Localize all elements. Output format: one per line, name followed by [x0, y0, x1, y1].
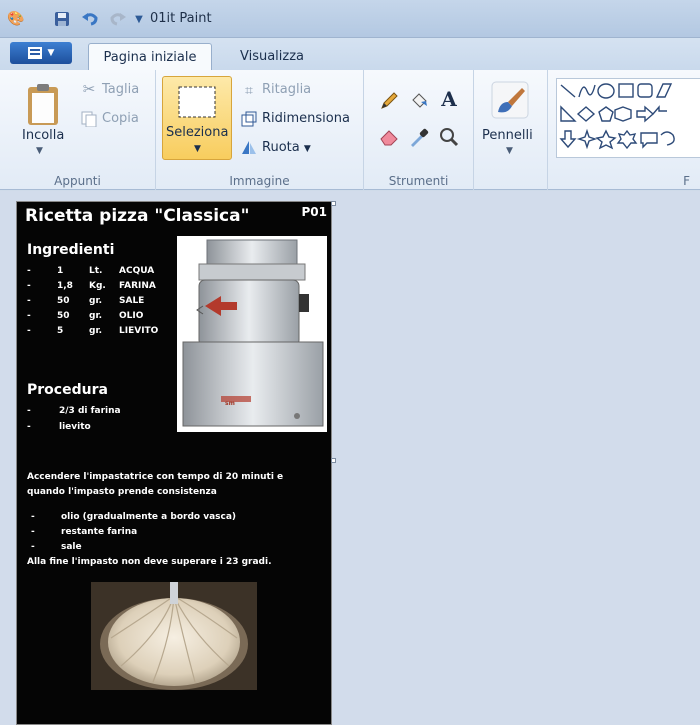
ingredients-heading: Ingredienti [27, 242, 115, 258]
dough-in-bowl-illustration [100, 582, 248, 690]
shapes-group-label: F [683, 174, 690, 188]
menu-arrow-icon: ▼ [47, 48, 55, 58]
paste-button[interactable] [22, 80, 66, 130]
save-icon[interactable] [52, 9, 72, 29]
rotate-button[interactable]: Ruota ▼ [262, 140, 311, 155]
ribbon: Incolla ▼ ✂ Taglia Copia Appunti Selezio… [0, 70, 700, 190]
redo-icon[interactable] [108, 9, 128, 29]
image-group: Seleziona ▼ ⌗ Ritaglia Ridimensiona Ruot… [156, 70, 364, 190]
scissors-icon: ✂ [82, 80, 96, 98]
crop-icon: ⌗ [245, 83, 253, 99]
canvas-area[interactable]: Ricetta pizza "Classica" P01 Ingredienti… [0, 191, 700, 725]
procedure-heading: Procedura [27, 382, 108, 398]
mixer-brand: sm [225, 400, 235, 407]
paint-app-icon[interactable]: 🎨 [6, 9, 26, 29]
clipboard-icon [28, 84, 58, 125]
brushes-label[interactable]: Pennelli [482, 128, 533, 143]
clipboard-group-label: Appunti [54, 174, 101, 188]
fill-icon[interactable] [406, 88, 432, 114]
instructions-line-1: Accendere l'impastatrice con tempo di 20… [27, 472, 284, 482]
rotate-dropdown-icon: ▼ [303, 144, 311, 154]
rotate-icon [240, 138, 258, 156]
crop-button[interactable]: Ritaglia [262, 82, 311, 97]
shapes-icons [559, 83, 675, 150]
copy-icon [80, 110, 98, 128]
paste-label[interactable]: Incolla [22, 128, 64, 143]
shapes-group: F [548, 70, 700, 190]
dough-mixer-illustration [182, 239, 324, 427]
select-dropdown-icon: ▼ [194, 144, 201, 154]
image-group-label: Immagine [229, 174, 290, 188]
paint-window: 🎨 ▼ 01it Paint ▼ Pagina iniziale Visuali… [0, 0, 700, 725]
mixer-image: sm [177, 236, 327, 432]
menu-icon [27, 47, 42, 59]
canvas-resize-handle-corner[interactable] [331, 201, 336, 206]
clipboard-group: Incolla ▼ ✂ Taglia Copia Appunti [0, 70, 156, 190]
selection-rectangle-icon [178, 86, 216, 118]
brush-icon[interactable] [488, 78, 532, 122]
brushes-dropdown-icon[interactable]: ▼ [506, 146, 513, 156]
pencil-icon[interactable] [376, 88, 402, 114]
ribbon-tabs: ▼ Pagina iniziale Visualizza [0, 38, 700, 70]
paste-dropdown-icon[interactable]: ▼ [36, 146, 43, 156]
tab-home[interactable]: Pagina iniziale [88, 43, 212, 70]
cut-button[interactable]: Taglia [102, 82, 139, 97]
resize-button[interactable]: Ridimensiona [262, 111, 350, 126]
recipe-code: P01 [301, 205, 328, 219]
window-title: 01it Paint [150, 11, 212, 26]
image-canvas[interactable]: Ricetta pizza "Classica" P01 Ingredienti… [16, 201, 332, 725]
title-bar: 🎨 ▼ 01it Paint [0, 0, 700, 38]
resize-icon [240, 110, 258, 128]
instructions-line-2: quando l'impasto prende consistenza [27, 487, 217, 497]
tools-group: A Strumenti [364, 70, 474, 190]
tab-view[interactable]: Visualizza [222, 43, 322, 70]
text-tool-icon[interactable]: A [436, 86, 462, 112]
color-picker-icon[interactable] [406, 124, 432, 150]
undo-icon[interactable] [80, 9, 100, 29]
final-note: Alla fine l'impasto non deve superare i … [27, 557, 272, 567]
eraser-icon[interactable] [376, 124, 402, 150]
quick-access-dropdown-icon[interactable]: ▼ [132, 9, 146, 29]
canvas-resize-handle-right[interactable] [331, 458, 336, 463]
tools-group-label: Strumenti [388, 174, 449, 188]
magnifier-icon[interactable] [436, 124, 462, 150]
shapes-gallery[interactable] [556, 78, 700, 158]
select-button[interactable]: Seleziona ▼ [162, 76, 232, 160]
recipe-title: Ricetta pizza "Classica" [25, 206, 250, 226]
dough-image [91, 582, 257, 690]
paint-menu-button[interactable]: ▼ [10, 42, 72, 64]
select-label: Seleziona [166, 125, 229, 140]
brushes-group: Pennelli ▼ [474, 70, 548, 190]
copy-button[interactable]: Copia [102, 111, 139, 126]
